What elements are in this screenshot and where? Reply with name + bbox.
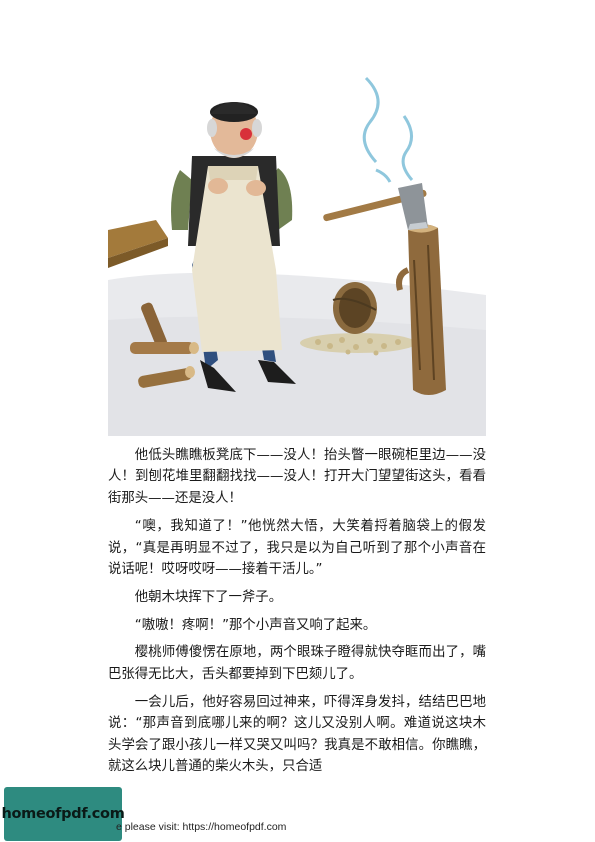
logo-text: homeofpdf.com (1, 806, 125, 822)
story-text: 他低头瞧瞧板凳底下——没人！抬头瞥一眼碗柜里边——没人！到刨花堆里翻翻找找——没… (108, 445, 486, 785)
paragraph-2: “噢，我知道了！”他恍然大悟，大笑着捋着脑袋上的假发说，“真是再明显不过了，我只… (108, 519, 486, 578)
woodcarver-illustration (108, 70, 486, 436)
paragraph-6: 一会儿后，他好容易回过神来，吓得浑身发抖，结结巴巴地说：“那声音到底哪儿来的啊？… (108, 695, 486, 775)
paragraph-1: 他低头瞧瞧板凳底下——没人！抬头瞥一眼碗柜里边——没人！到刨花堆里翻翻找找——没… (108, 448, 486, 506)
paragraph-3: 他朝木块挥下了一斧子。 (134, 590, 283, 606)
homeofpdf-logo[interactable]: homeofpdf.com (1, 787, 125, 841)
paragraph-4: “嗷嗷！疼啊！”那个小声音又响了起来。 (134, 617, 377, 633)
paragraph-5: 樱桃师傅傻愣在原地，两个眼珠子瞪得就快夺眶而出了，嘴巴张得无比大，舌头都要掉到下… (108, 645, 486, 682)
story-illustration (108, 70, 486, 436)
footer-link-text[interactable]: e please visit: https://homeofpdf.com (116, 821, 286, 833)
